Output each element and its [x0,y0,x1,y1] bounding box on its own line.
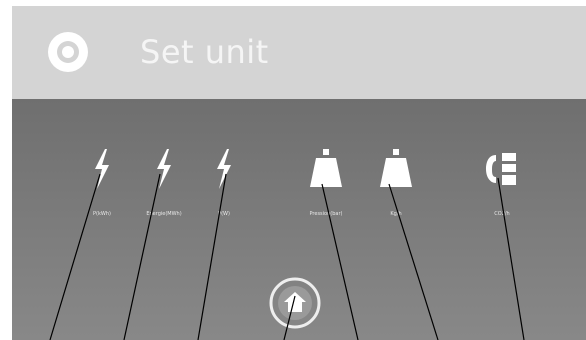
lightning-icon [95,149,109,189]
unit-option-power-w[interactable]: P(W) [189,149,259,229]
home-button[interactable] [268,276,322,330]
unit-label: P(kWh) [93,211,111,217]
unit-option-power-kwh[interactable]: P(kWh) [67,149,137,229]
gear-icon[interactable] [46,30,90,74]
weight-icon [380,149,412,187]
unit-label: P(W) [218,211,230,217]
lightning-icon [217,149,231,189]
lightning-icon [157,149,171,189]
unit-option-pressure-bar[interactable]: Pression(bar) [291,149,361,229]
unit-label: Kg/h [390,211,402,217]
unit-label: Pression(bar) [309,211,343,217]
unit-option-co2[interactable]: CO2/h [467,149,537,229]
weight-icon [310,149,342,187]
unit-option-weight-kg[interactable]: Kg/h [361,149,431,229]
co2-icon [486,153,516,185]
header-bar: Set unit [12,6,586,99]
page-title: Set unit [140,33,269,71]
unit-label: CO2/h [494,211,510,217]
home-icon [269,277,321,329]
